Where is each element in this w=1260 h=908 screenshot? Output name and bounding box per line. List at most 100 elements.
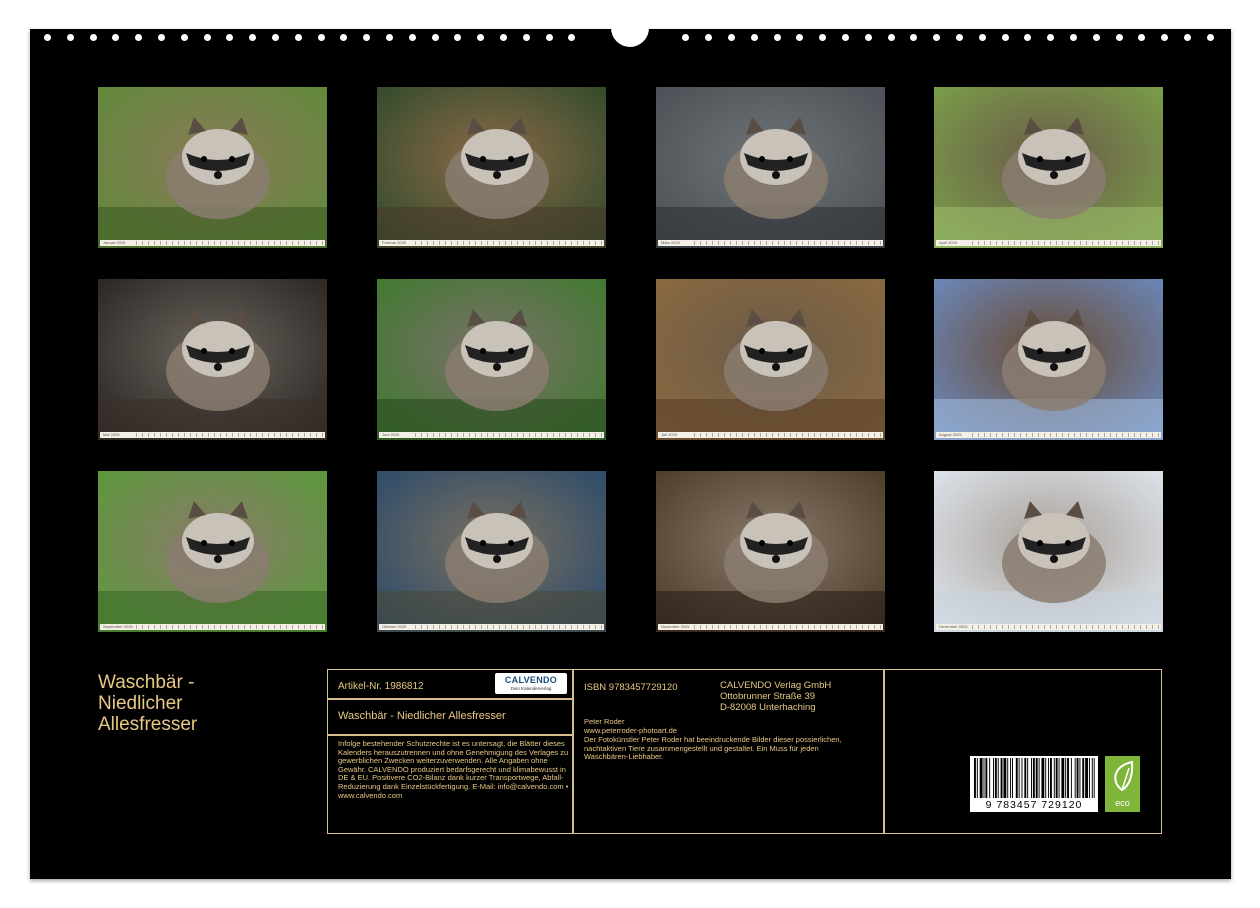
barcode-bar (1021, 758, 1023, 798)
day-grid (136, 241, 323, 245)
barcode-bar (1079, 758, 1081, 798)
month-photo: Juni 2025 (377, 279, 606, 440)
barcode-bar (1070, 758, 1072, 798)
day-grid (415, 433, 602, 437)
month-calendar-strip: Juni 2025 (379, 432, 604, 438)
calvendo-logo: CALVENDO Dein Kalenderverlag (495, 673, 567, 694)
binding-hole (956, 34, 963, 41)
logo-name: CALVENDO (504, 675, 558, 685)
barcode-bar (1010, 758, 1012, 798)
binding-hole (135, 34, 143, 41)
title-line: Waschbär - (98, 672, 195, 693)
day-grid (415, 241, 602, 245)
binding-hole (294, 34, 302, 41)
barcode-bar (1067, 758, 1069, 798)
raccoon-photo (656, 471, 885, 632)
binding-hole (796, 34, 804, 41)
binding-hole (887, 34, 895, 41)
binding-hole (705, 34, 713, 41)
raccoon-photo (656, 279, 885, 440)
month-label: November 2025 (661, 624, 690, 629)
barcode-bar (1003, 758, 1007, 798)
calendar-back-sheet: Januar 2025 Februar 2025 März 2025 April 20… (30, 19, 1231, 879)
title-line: Niedlicher (98, 693, 183, 714)
binding-hole (750, 34, 758, 41)
month-calendar-strip: Oktober 2025 (379, 624, 604, 630)
binding-hole (272, 34, 279, 41)
month-label: März 2025 (661, 240, 680, 245)
day-grid (694, 625, 881, 629)
publisher-line: D-82008 Unterhaching (720, 702, 816, 713)
divider (328, 698, 572, 700)
month-label: Februar 2025 (382, 240, 407, 245)
month-photo: März 2025 (656, 87, 885, 248)
month-photo: September 2025 (98, 471, 327, 632)
binding-hole (44, 34, 51, 41)
binding-hole (819, 34, 827, 41)
barcode-bar (1007, 758, 1009, 798)
day-grid (972, 625, 1159, 629)
barcode-bar (1018, 758, 1020, 798)
barcode-bar (1076, 758, 1079, 798)
binding-hole (864, 34, 872, 41)
barcode-bar (1088, 758, 1090, 798)
barcode-bar (1082, 758, 1085, 798)
binding-hole (454, 34, 462, 41)
barcode-bar (1000, 758, 1003, 798)
binding-hole (158, 34, 165, 41)
binding-hole (1206, 34, 1214, 41)
barcode-bar (1053, 758, 1055, 798)
day-grid (415, 625, 602, 629)
barcode-bar (994, 758, 997, 798)
binding-hole (1161, 34, 1169, 41)
month-photo: November 2025 (656, 471, 885, 632)
month-label: September 2025 (103, 624, 133, 629)
month-label: August 2025 (939, 432, 962, 437)
month-calendar-strip: Mai 2025 (100, 432, 325, 438)
barcode-bar (1074, 758, 1076, 798)
barcode-bar (989, 758, 991, 798)
month-calendar-strip: Februar 2025 (379, 240, 604, 246)
binding-hole (1138, 34, 1146, 41)
binding-hole (340, 34, 348, 41)
month-label: Januar 2025 (103, 240, 126, 245)
day-grid (694, 433, 881, 437)
raccoon-photo (98, 279, 327, 440)
binding-hole (1001, 34, 1009, 41)
raccoon-photo (934, 279, 1163, 440)
binding-hole (112, 34, 120, 41)
publisher-line: CALVENDO Verlag GmbH (720, 680, 832, 691)
binding-hole (1115, 34, 1123, 41)
binding-hole (773, 34, 781, 41)
binding-hole (1092, 34, 1100, 41)
binding-hole (203, 34, 211, 41)
barcode-bar (997, 758, 999, 798)
month-photo: Februar 2025 (377, 87, 606, 248)
binding-hole (1070, 34, 1077, 41)
raccoon-photo (377, 87, 606, 248)
raccoon-photo (934, 471, 1163, 632)
isbn-barcode: 9 783457 729120 (970, 756, 1098, 812)
month-label: Juli 2025 (661, 432, 678, 437)
month-calendar-strip: Januar 2025 (100, 240, 325, 246)
barcode-bar (1093, 758, 1095, 798)
isbn: ISBN 9783457729120 (584, 682, 678, 693)
month-photo: Mai 2025 (98, 279, 327, 440)
title-line: Allesfresser (98, 714, 198, 735)
binding-hole (1024, 34, 1032, 41)
month-photo: August 2025 (934, 279, 1163, 440)
raccoon-photo (934, 87, 1163, 248)
leaf-icon (1114, 760, 1134, 792)
binding-hole (545, 34, 553, 41)
binding-hole (431, 34, 439, 41)
barcode-bar (1065, 758, 1067, 798)
binding-hole (249, 34, 257, 41)
day-grid (972, 433, 1159, 437)
month-photo: Oktober 2025 (377, 471, 606, 632)
raccoon-photo (98, 471, 327, 632)
barcode-bar (1012, 758, 1013, 798)
raccoon-photo (377, 279, 606, 440)
barcode-bar (979, 758, 983, 798)
month-calendar-strip: August 2025 (936, 432, 1161, 438)
publisher-line: Ottobrunner Straße 39 (720, 691, 816, 702)
